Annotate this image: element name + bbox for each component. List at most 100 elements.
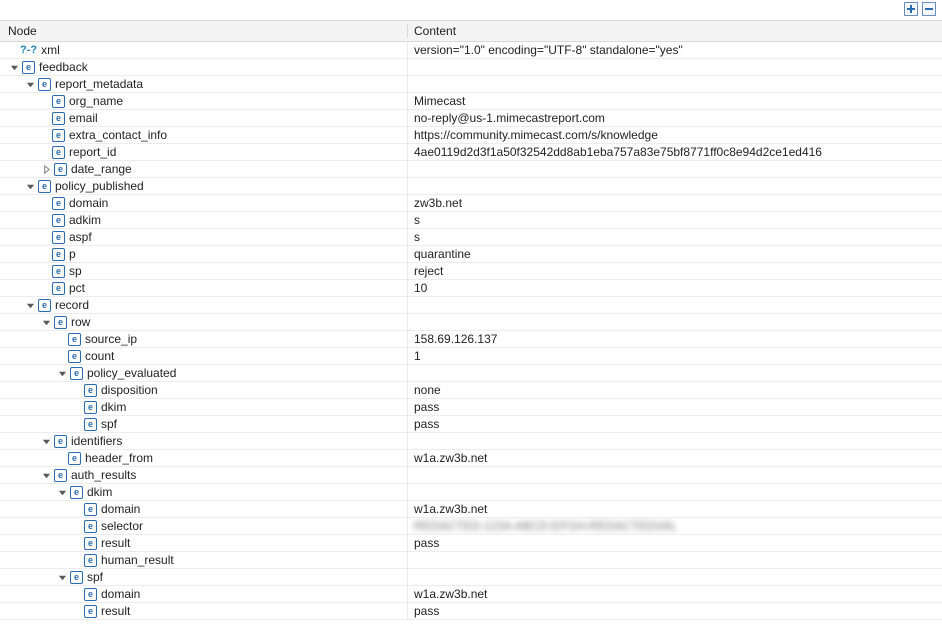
- content-cell: none: [408, 382, 942, 398]
- node-label: email: [69, 110, 98, 126]
- content-cell: [408, 467, 942, 483]
- collapse-toggle-icon[interactable]: [24, 180, 36, 192]
- collapse-toggle-icon[interactable]: [40, 435, 52, 447]
- tree-row[interactable]: e disposition none: [0, 382, 942, 399]
- tree-row[interactable]: espfpass: [0, 416, 942, 433]
- node-cell: e selector: [0, 518, 408, 534]
- element-icon: e: [22, 61, 35, 74]
- tree-row[interactable]: ecount1: [0, 348, 942, 365]
- node-cell: eresult: [0, 603, 408, 619]
- tree-row[interactable]: eadkims: [0, 212, 942, 229]
- collapse-toggle-icon[interactable]: [56, 486, 68, 498]
- tree-row[interactable]: esource_ip158.69.126.137: [0, 331, 942, 348]
- collapse-toggle-icon[interactable]: [40, 316, 52, 328]
- tree-row[interactable]: eselectorREDACTED-1234-ABCD-EFGH-REDACTE…: [0, 518, 942, 535]
- node-cell: easpf: [0, 229, 408, 245]
- tree-row[interactable]: eresultpass: [0, 603, 942, 620]
- tree-row[interactable]: epolicy_evaluated: [0, 365, 942, 382]
- tree-row[interactable]: eresultpass: [0, 535, 942, 552]
- collapse-toggle-icon[interactable]: [24, 299, 36, 311]
- tree-row[interactable]: easpfs: [0, 229, 942, 246]
- tree-row[interactable]: ereport_metadata: [0, 76, 942, 93]
- tree-row[interactable]: eauth_results: [0, 467, 942, 484]
- element-icon: e: [84, 401, 97, 414]
- node-cell: ep: [0, 246, 408, 262]
- tree-row[interactable]: eemailno-reply@us-1.mimecastreport.com: [0, 110, 942, 127]
- tree-row[interactable]: efeedback: [0, 59, 942, 76]
- content-cell: pass: [408, 399, 942, 415]
- content-cell: 4ae0119d2d3f1a50f32542dd8ab1eba757a83e75…: [408, 144, 942, 160]
- column-headers: Node Content: [0, 20, 942, 42]
- content-cell: [408, 76, 942, 92]
- node-cell: edomain: [0, 501, 408, 517]
- minus-icon: [924, 4, 934, 14]
- collapse-toggle-icon[interactable]: [56, 367, 68, 379]
- tree-row[interactable]: ereport_id4ae0119d2d3f1a50f32542dd8ab1eb…: [0, 144, 942, 161]
- tree-row[interactable]: epct10: [0, 280, 942, 297]
- node-label: xml: [41, 42, 60, 58]
- content-cell: pass: [408, 416, 942, 432]
- element-icon: e: [84, 537, 97, 550]
- collapse-toggle-icon[interactable]: [24, 78, 36, 90]
- node-cell: efeedback: [0, 59, 408, 75]
- content-cell: pass: [408, 603, 942, 619]
- expand-toggle-icon[interactable]: [40, 163, 52, 175]
- plus-icon: [906, 4, 916, 14]
- content-cell: s: [408, 212, 942, 228]
- collapse-all-button[interactable]: [922, 2, 936, 16]
- tree-row[interactable]: eidentifiers: [0, 433, 942, 450]
- tree-row[interactable]: edate_range: [0, 161, 942, 178]
- element-icon: e: [52, 95, 65, 108]
- tree-row[interactable]: espf: [0, 569, 942, 586]
- node-label: domain: [101, 501, 140, 517]
- element-icon: e: [84, 384, 97, 397]
- element-icon: e: [54, 435, 67, 448]
- content-cell: quarantine: [408, 246, 942, 262]
- tree-row[interactable]: eextra_contact_infohttps://community.mim…: [0, 127, 942, 144]
- element-icon: e: [52, 231, 65, 244]
- tree-row[interactable]: ?‑?xmlversion="1.0" encoding="UTF-8" sta…: [0, 42, 942, 59]
- content-cell: w1a.zw3b.net: [408, 586, 942, 602]
- node-cell: espf: [0, 569, 408, 585]
- content-cell: 158.69.126.137: [408, 331, 942, 347]
- tree-row[interactable]: ehuman_result: [0, 552, 942, 569]
- element-icon: e: [70, 486, 83, 499]
- node-label: policy_evaluated: [87, 365, 176, 381]
- node-label: dkim: [101, 399, 126, 415]
- collapse-toggle-icon[interactable]: [8, 61, 20, 73]
- tree-row[interactable]: edomainzw3b.net: [0, 195, 942, 212]
- content-cell: [408, 314, 942, 330]
- tree-row[interactable]: eorg_nameMimecast: [0, 93, 942, 110]
- element-icon: e: [52, 129, 65, 142]
- tree-row[interactable]: eheader_fromw1a.zw3b.net: [0, 450, 942, 467]
- column-header-node[interactable]: Node: [0, 24, 408, 38]
- node-cell: e policy_published: [0, 178, 408, 194]
- tree-row[interactable]: edomainw1a.zw3b.net: [0, 501, 942, 518]
- expand-all-button[interactable]: [904, 2, 918, 16]
- node-label: disposition: [101, 382, 158, 398]
- content-cell: s: [408, 229, 942, 245]
- column-header-content[interactable]: Content: [408, 24, 942, 38]
- tree-row[interactable]: erecord: [0, 297, 942, 314]
- tree-row[interactable]: e policy_published: [0, 178, 942, 195]
- tree-row[interactable]: espreject: [0, 263, 942, 280]
- node-label: policy_published: [55, 178, 144, 194]
- tree-row[interactable]: edkim pass: [0, 399, 942, 416]
- tree-row[interactable]: erow: [0, 314, 942, 331]
- node-label: pct: [69, 280, 85, 296]
- node-cell: eorg_name: [0, 93, 408, 109]
- element-icon: e: [84, 503, 97, 516]
- node-label: selector: [101, 518, 143, 534]
- tree-row[interactable]: edomainw1a.zw3b.net: [0, 586, 942, 603]
- node-label: result: [101, 535, 130, 551]
- tree-row[interactable]: epquarantine: [0, 246, 942, 263]
- element-icon: e: [38, 180, 51, 193]
- node-label: report_id: [69, 144, 116, 160]
- node-cell: edomain: [0, 195, 408, 211]
- element-icon: e: [84, 520, 97, 533]
- tree-row[interactable]: edkim: [0, 484, 942, 501]
- node-cell: eemail: [0, 110, 408, 126]
- collapse-toggle-icon[interactable]: [56, 571, 68, 583]
- node-label: source_ip: [85, 331, 137, 347]
- collapse-toggle-icon[interactable]: [40, 469, 52, 481]
